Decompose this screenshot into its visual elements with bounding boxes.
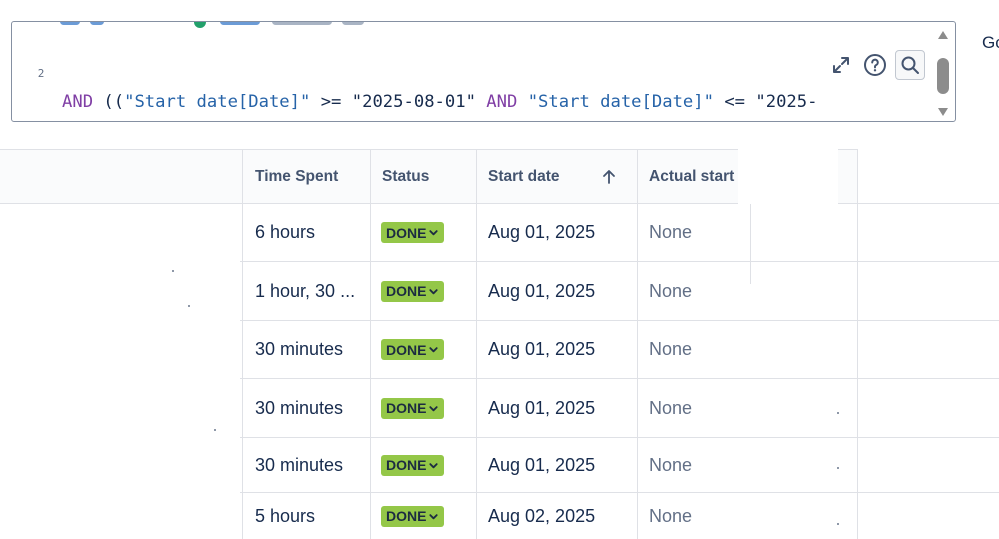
cell-time-spent: 1 hour, 30 ... [255,280,356,301]
sort-ascending-icon[interactable] [600,168,618,186]
status-label: DONE [386,224,427,241]
code-line[interactable]: 08-31")) [12,59,832,88]
status-label: DONE [386,341,427,358]
cell-time-spent: 5 hours [255,505,316,526]
status-label: DONE [386,457,427,473]
cell-time-spent: 30 minutes [255,339,344,359]
cell-status: DONE [381,204,471,261]
cell-start-date: Aug 01, 2025 [488,454,596,475]
cell-status: DONE [381,493,471,539]
expand-editor-button[interactable] [826,50,856,80]
cell-start-date: Aug 01, 2025 [488,222,596,242]
column-header-time-spent[interactable]: Time Spent [255,149,365,204]
cell-actual-start: None [649,222,693,242]
status-lozenge[interactable]: DONE [381,339,445,360]
chevron-down-icon [429,230,439,236]
help-button[interactable] [860,50,890,80]
line-number: 3 [26,117,56,121]
code-line[interactable]: 2 AND (("Start date[Date]" >= "2025-08-0… [12,30,832,112]
status-dot-icon [194,22,206,28]
chevron-down-icon [429,513,439,519]
status-label: DONE [386,508,427,524]
issues-table: Time Spent Status Start date Actual star… [0,149,999,539]
cell-actual-start: None [649,280,693,301]
status-lozenge[interactable]: DONE [381,454,445,476]
chevron-down-icon [429,405,439,411]
status-label: DONE [386,283,427,299]
scroll-thumb[interactable] [937,58,949,94]
status-lozenge[interactable]: DONE [381,397,445,419]
cell-time-spent: 6 hours [255,222,316,242]
status-lozenge[interactable]: DONE [381,505,445,527]
cell-status: DONE [381,262,471,320]
column-header-actual-start[interactable]: Actual start [649,149,749,204]
search-icon [901,56,919,74]
code-token: 08-31")) [62,121,145,122]
expand-icon [833,57,849,73]
column-header-start-date[interactable]: Start date [488,149,588,204]
help-icon [864,54,886,76]
chevron-down-icon [429,347,439,353]
status-lozenge[interactable]: DONE [381,280,445,302]
cell-actual-start: None [649,505,693,526]
search-button[interactable] [895,50,925,80]
cell-start-date: Aug 01, 2025 [488,339,596,359]
status-lozenge[interactable]: DONE [381,222,445,243]
cell-actual-start: None [649,339,693,359]
code-text: 08-31")) [62,117,145,122]
cell-time-spent: 30 minutes [255,397,344,418]
cell-start-date: Aug 02, 2025 [488,505,596,526]
cell-start-date: Aug 01, 2025 [488,280,596,301]
go-label[interactable]: Go [982,33,999,53]
chevron-down-icon [429,288,439,294]
editor-scrollbar[interactable] [934,24,952,121]
cell-status: DONE [381,321,471,378]
cell-status: DONE [381,438,471,492]
column-header-status[interactable]: Status [382,149,472,204]
cell-actual-start: None [649,397,693,418]
cell-time-spent: 30 minutes [255,454,344,475]
jql-editor[interactable]: 2 AND (("Start date[Date]" >= "2025-08-0… [11,21,956,122]
scroll-down-arrow-icon[interactable] [936,105,950,119]
chevron-down-icon [429,462,439,468]
code-line[interactable]: 3 ORDER BY cf[10015] ASC [12,88,832,117]
cell-start-date: Aug 01, 2025 [488,397,596,418]
cell-status: DONE [381,379,471,437]
scroll-up-arrow-icon[interactable] [936,28,950,42]
cell-actual-start: None [649,454,693,475]
editor-line-1-partial [60,22,380,30]
status-label: DONE [386,400,427,416]
